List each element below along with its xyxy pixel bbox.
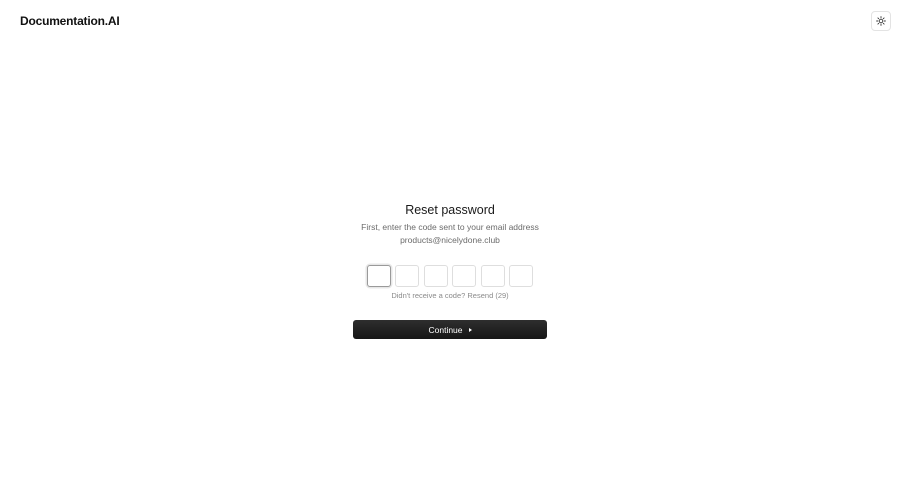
email-address: products@nicelydone.club xyxy=(400,235,500,245)
code-digit-4[interactable] xyxy=(452,265,477,287)
app-logo[interactable]: Documentation.AI xyxy=(20,13,120,29)
code-digit-3[interactable] xyxy=(423,265,448,287)
continue-button[interactable]: Continue xyxy=(353,320,547,339)
theme-toggle-button[interactable] xyxy=(871,11,891,31)
code-digit-1[interactable] xyxy=(366,265,391,287)
resend-code-link[interactable]: Resend (29) xyxy=(467,291,508,300)
resend-row: Didn't receive a code? Resend (29) xyxy=(353,291,547,301)
page-title: Reset password xyxy=(405,203,495,217)
continue-button-label: Continue xyxy=(428,324,463,335)
reset-password-form: Reset password First, enter the code sen… xyxy=(353,202,547,339)
resend-prompt: Didn't receive a code? xyxy=(391,291,466,300)
code-digit-5[interactable] xyxy=(480,265,505,287)
arrow-right-icon xyxy=(468,327,472,332)
instructions-text: First, enter the code sent to your email… xyxy=(361,222,539,232)
sun-icon xyxy=(876,16,886,26)
reset-password-page: Documentation.AI Reset password First, e… xyxy=(0,0,900,484)
code-digit-6[interactable] xyxy=(509,265,534,287)
verification-code-inputs xyxy=(353,265,547,287)
code-digit-2[interactable] xyxy=(395,265,420,287)
